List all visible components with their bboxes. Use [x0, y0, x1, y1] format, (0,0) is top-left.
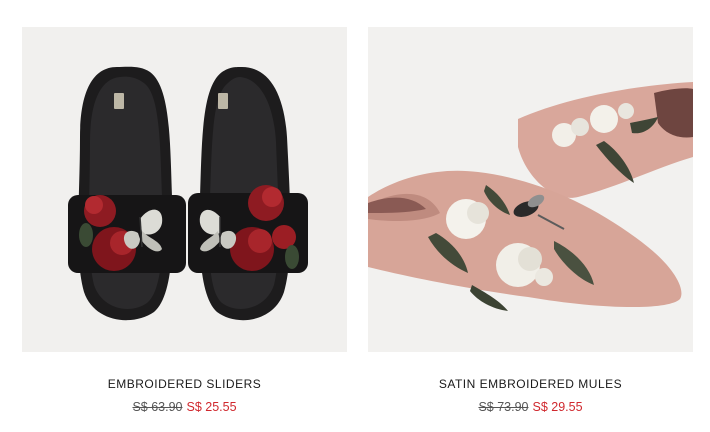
- product-grid: EMBROIDERED SLIDERS S$ 63.90 S$ 25.55 SA…: [0, 0, 710, 432]
- product-image-satin-embroidered-mules[interactable]: [368, 27, 693, 352]
- product-name[interactable]: EMBROIDERED SLIDERS: [22, 377, 347, 391]
- sale-price: S$ 29.55: [532, 400, 583, 414]
- product-card-satin-embroidered-mules[interactable]: SATIN EMBROIDERED MULES S$ 73.90 S$ 29.55: [368, 27, 693, 414]
- original-price: S$ 73.90: [478, 400, 529, 414]
- sale-price: S$ 25.55: [186, 400, 237, 414]
- product-card-embroidered-sliders[interactable]: EMBROIDERED SLIDERS S$ 63.90 S$ 25.55: [22, 27, 347, 414]
- product-name[interactable]: SATIN EMBROIDERED MULES: [368, 377, 693, 391]
- product-image-embroidered-sliders[interactable]: [22, 27, 347, 352]
- product-price: S$ 73.90 S$ 29.55: [368, 400, 693, 414]
- original-price: S$ 63.90: [132, 400, 183, 414]
- product-price: S$ 63.90 S$ 25.55: [22, 400, 347, 414]
